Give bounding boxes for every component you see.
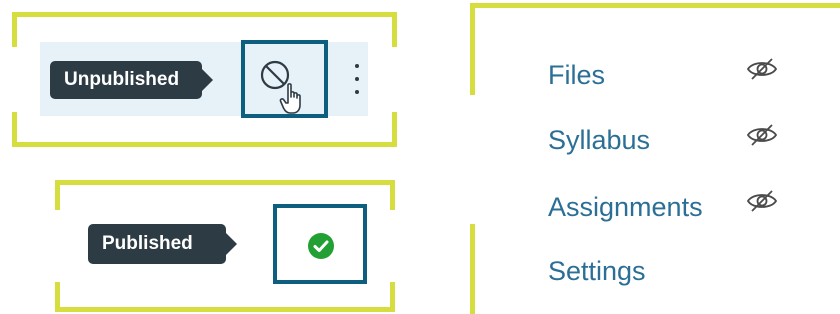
frame-edge: [392, 112, 397, 147]
eye-slash-icon: [746, 190, 778, 212]
frame-edge: [12, 12, 17, 47]
published-status-button[interactable]: [273, 204, 367, 284]
frame-edge: [55, 180, 395, 185]
eye-slash-icon: [746, 58, 778, 80]
hand-pointer-icon: [279, 83, 301, 114]
frame-edge: [12, 12, 397, 17]
frame-edge: [470, 3, 840, 8]
kebab-menu-icon[interactable]: [353, 64, 361, 94]
tooltip-label: Unpublished: [64, 69, 180, 90]
eye-slash-icon: [746, 124, 778, 146]
frame-edge: [55, 307, 395, 312]
published-check-icon: [308, 233, 334, 259]
frame-edge: [390, 282, 395, 312]
nav-link-assignments[interactable]: Assignments: [548, 192, 703, 223]
frame-edge: [55, 180, 60, 210]
published-tooltip: Published: [88, 224, 226, 264]
frame-edge: [12, 142, 397, 147]
unpublished-status-button[interactable]: [241, 40, 328, 118]
tooltip-label: Published: [102, 233, 193, 254]
course-navigation-frame: [470, 0, 840, 314]
frame-edge: [55, 282, 60, 312]
frame-edge: [12, 112, 17, 147]
nav-link-settings[interactable]: Settings: [548, 256, 646, 287]
nav-link-files[interactable]: Files: [548, 60, 605, 91]
frame-edge: [392, 12, 397, 47]
frame-edge: [470, 3, 475, 95]
unpublished-tooltip: Unpublished: [50, 61, 202, 99]
nav-link-syllabus[interactable]: Syllabus: [548, 125, 650, 156]
frame-edge: [470, 224, 475, 314]
frame-edge: [390, 180, 395, 210]
